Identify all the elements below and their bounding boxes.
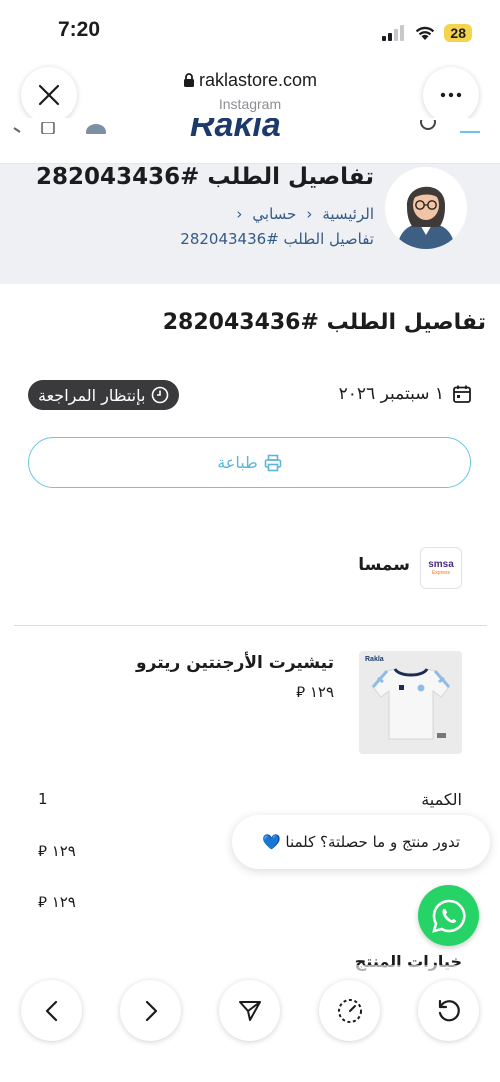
forward-button[interactable] bbox=[120, 980, 181, 1041]
reload-icon bbox=[438, 999, 460, 1021]
avatar bbox=[385, 167, 467, 249]
more-icon bbox=[440, 92, 462, 98]
status-badge-text: بإنتظار المراجعة bbox=[38, 385, 146, 405]
shipper-name: سمسا bbox=[358, 555, 410, 575]
battery-indicator: 28 bbox=[444, 24, 472, 42]
printer-icon bbox=[264, 454, 282, 471]
chat-bubble[interactable]: تدور منتج و ما حصلتة؟ كلمنا 💙 bbox=[232, 815, 490, 869]
more-button[interactable] bbox=[423, 67, 479, 123]
print-button[interactable]: طباعة bbox=[28, 437, 471, 488]
breadcrumb-account[interactable]: حسابي bbox=[252, 205, 296, 223]
site-logo[interactable]: Rakla bbox=[190, 118, 281, 145]
chat-bubble-text: تدور منتج و ما حصلتة؟ كلمنا 💙 bbox=[261, 833, 461, 851]
url-text: raklastore.com bbox=[198, 70, 318, 90]
status-icons: 28 bbox=[382, 22, 472, 44]
product-name[interactable]: تيشيرت الأرجنتين ريترو bbox=[136, 653, 334, 673]
send-icon bbox=[238, 1000, 261, 1021]
calendar-icon bbox=[453, 385, 471, 403]
back-button[interactable] bbox=[21, 980, 82, 1041]
reload-button[interactable] bbox=[418, 980, 479, 1041]
print-label: طباعة bbox=[217, 453, 258, 472]
chevron-left-icon bbox=[45, 1000, 57, 1021]
timer-icon bbox=[337, 998, 362, 1023]
product-image[interactable]: Rakla bbox=[359, 651, 462, 754]
order-title: تفاصيل الطلب #282043436 bbox=[162, 310, 486, 335]
breadcrumb: الرئيسية ‹ حسابي ‹ bbox=[236, 205, 374, 223]
quantity-value: 1 bbox=[38, 790, 48, 808]
account-icon[interactable] bbox=[12, 122, 72, 134]
page-title: تفاصيل الطلب #282043436 bbox=[36, 164, 374, 190]
divider bbox=[14, 625, 487, 626]
product-price: ١٢٩ ⃁ bbox=[296, 683, 334, 701]
breadcrumb-current: تفاصيل الطلب #282043436 bbox=[180, 230, 374, 248]
lock-icon bbox=[183, 73, 194, 87]
subtotal-value: ١٢٩ ⃁ bbox=[38, 842, 76, 860]
shipper-logo-text: smsa bbox=[428, 559, 454, 570]
product-brand-tag: Rakla bbox=[365, 656, 384, 663]
order-date: ١ سبتمبر ٢٠٢٦ bbox=[339, 384, 472, 404]
quantity-label: الكمية bbox=[421, 790, 462, 809]
total-value: ١٢٩ ⃁ bbox=[38, 893, 76, 911]
status-badge: بإنتظار المراجعة bbox=[28, 380, 180, 410]
activity-button[interactable] bbox=[319, 980, 380, 1041]
shipper-logo: smsa Express bbox=[420, 547, 462, 589]
shipper-logo-sub: Express bbox=[431, 570, 451, 576]
chevron-left-icon: ‹ bbox=[236, 205, 243, 223]
chevron-right-icon bbox=[145, 1000, 157, 1021]
clock-icon bbox=[152, 386, 169, 404]
breadcrumb-home[interactable]: الرئيسية bbox=[322, 205, 374, 223]
whatsapp-button[interactable] bbox=[418, 885, 479, 946]
chevron-left-icon: ‹ bbox=[306, 205, 313, 223]
whatsapp-icon bbox=[431, 899, 466, 933]
share-button[interactable] bbox=[219, 980, 280, 1041]
site-header: Rakla bbox=[0, 118, 500, 164]
tshirt-icon bbox=[359, 651, 462, 754]
user-icon[interactable] bbox=[84, 122, 108, 134]
wifi-icon bbox=[416, 26, 435, 40]
status-time: 7:20 bbox=[58, 18, 101, 41]
signal-icon bbox=[382, 25, 405, 41]
user-avatar-icon bbox=[385, 167, 467, 249]
search-icon[interactable] bbox=[420, 120, 480, 134]
order-date-text: ١ سبتمبر ٢٠٢٦ bbox=[338, 384, 444, 404]
